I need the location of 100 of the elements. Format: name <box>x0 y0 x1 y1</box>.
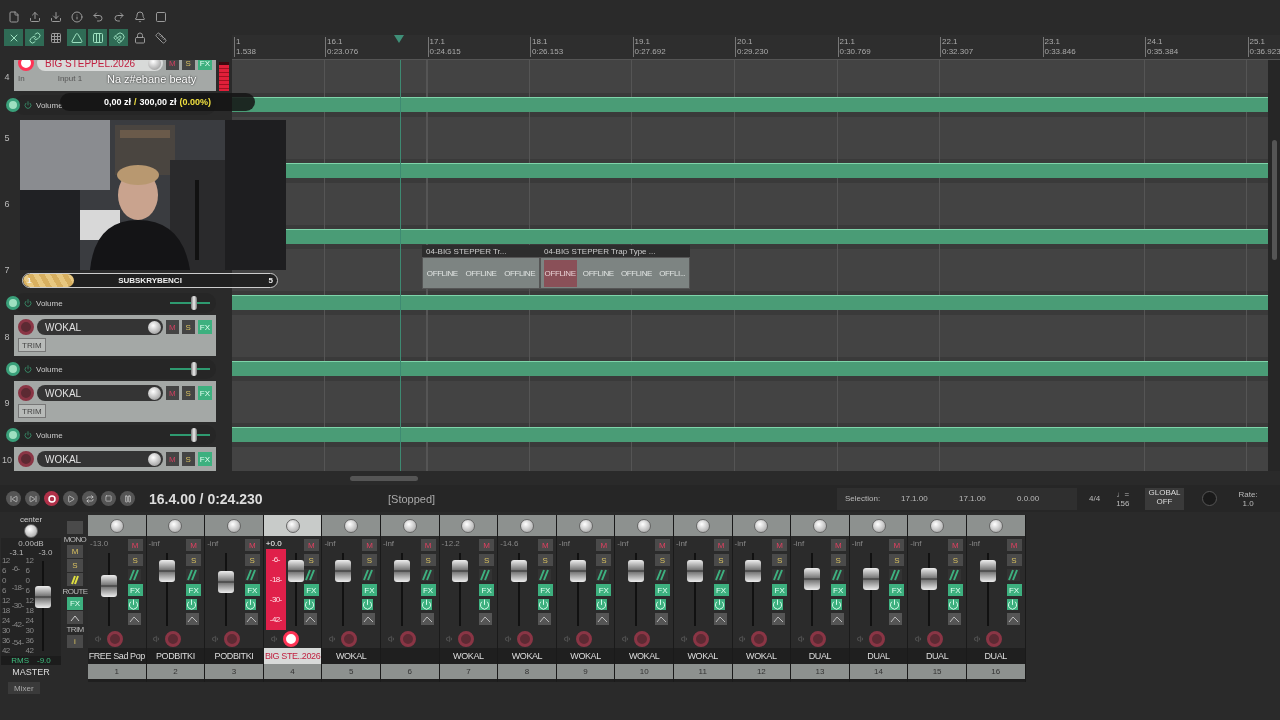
trim-icon[interactable] <box>420 613 434 625</box>
track-name-field[interactable]: BIG STEPPEL.2026 <box>37 60 163 71</box>
toggle-button[interactable] <box>109 29 128 46</box>
volume-knob[interactable] <box>147 452 161 466</box>
envelope-button[interactable] <box>6 428 20 442</box>
trim-icon[interactable] <box>596 613 610 625</box>
fader-handle[interactable] <box>510 560 527 583</box>
solo-button[interactable]: S <box>181 452 195 466</box>
timeline-ruler[interactable]: 1 1.538 16.1 0:23.076 17.1 0:24.615 18.1 0:26.153 19.1 0:27.692 20.1 0:29.230 21.1 0:30.769 22.1 0:32.307 23.1 0:33.846 24.1 0:35.384 25.1 0:36.923 <box>232 35 1280 60</box>
power-icon[interactable] <box>244 599 256 610</box>
solo-button[interactable]: S <box>596 554 612 566</box>
slider-thumb[interactable] <box>191 428 197 442</box>
trim-icon[interactable] <box>830 613 844 625</box>
solo-button[interactable]: S <box>181 386 195 400</box>
fader-handle[interactable] <box>569 560 586 583</box>
trim-icon[interactable] <box>186 613 200 625</box>
route-icon[interactable] <box>186 569 200 581</box>
track-name-field[interactable]: WOKAL <box>37 385 163 401</box>
power-icon[interactable] <box>303 599 315 610</box>
scrollbar-thumb[interactable] <box>350 475 418 481</box>
power-icon[interactable] <box>947 599 959 610</box>
master-button[interactable]: i <box>67 635 83 648</box>
fader-handle[interactable] <box>35 586 52 608</box>
fader-handle[interactable] <box>628 560 645 583</box>
power-icon[interactable] <box>1006 599 1018 610</box>
route-icon[interactable] <box>537 569 551 581</box>
solo-button[interactable]: S <box>772 554 788 566</box>
route-icon[interactable] <box>830 569 844 581</box>
solo-button[interactable]: S <box>186 554 202 566</box>
playhead-marker[interactable] <box>394 35 404 43</box>
route-icon[interactable] <box>127 569 141 581</box>
power-icon[interactable] <box>830 599 842 610</box>
solo-button[interactable]: S <box>420 554 436 566</box>
fader-handle[interactable] <box>921 567 938 590</box>
power-icon[interactable] <box>654 599 666 610</box>
trim-icon[interactable] <box>713 613 727 625</box>
track-lane[interactable] <box>232 60 1268 93</box>
trim-button[interactable]: TRIM <box>18 404 46 418</box>
solo-button[interactable]: S <box>181 60 195 70</box>
track-lane[interactable] <box>232 381 1268 423</box>
track-header[interactable]: WOKAL M S FX <box>14 447 216 471</box>
global-automation-button[interactable]: GLOBAL OFF <box>1145 487 1184 510</box>
fader-handle[interactable] <box>287 560 304 583</box>
stop-button[interactable] <box>101 491 116 506</box>
fader-handle[interactable] <box>803 567 820 590</box>
envelope-button[interactable] <box>6 362 20 376</box>
trim-button[interactable]: TRIM <box>18 338 46 352</box>
slider-thumb[interactable] <box>191 362 197 376</box>
solo-button[interactable]: S <box>889 554 905 566</box>
fader-handle[interactable] <box>159 560 176 583</box>
power-icon[interactable] <box>479 599 491 610</box>
trim-icon[interactable] <box>244 613 258 625</box>
trim-icon[interactable] <box>479 613 493 625</box>
solo-button[interactable]: S <box>127 554 143 566</box>
fader-handle[interactable] <box>979 560 996 583</box>
selection-value[interactable]: 17.1.00 <box>959 494 1011 503</box>
solo-button[interactable]: S <box>1006 554 1022 566</box>
rate-value[interactable]: 1.0 <box>1242 498 1254 508</box>
trim-icon[interactable] <box>654 613 668 625</box>
toggle-button[interactable] <box>88 29 107 46</box>
trim-icon[interactable] <box>1006 613 1020 625</box>
master-button[interactable]: S <box>67 559 83 572</box>
route-icon[interactable] <box>947 569 961 581</box>
power-icon[interactable] <box>420 599 432 610</box>
route-icon[interactable] <box>654 569 668 581</box>
power-icon[interactable] <box>772 599 784 610</box>
media-item[interactable]: 04-BIG STEPPER Trap Type ... OFFLINE OFFLINE OFFLINE OFFLI... <box>540 245 690 289</box>
track-header[interactable]: WOKAL M S FX TRIM <box>14 381 216 423</box>
fader-handle[interactable] <box>100 574 117 597</box>
power-icon[interactable] <box>537 599 549 610</box>
solo-button[interactable]: S <box>713 554 729 566</box>
time-signature[interactable]: 4/4 <box>1089 494 1101 503</box>
solo-button[interactable]: S <box>947 554 963 566</box>
track-name-field[interactable]: WOKAL <box>37 319 163 335</box>
trim-button[interactable] <box>67 611 83 624</box>
trim-icon[interactable] <box>537 613 551 625</box>
solo-button[interactable]: S <box>479 554 495 566</box>
record-arm-button[interactable] <box>282 631 299 647</box>
solo-button[interactable]: S <box>654 554 670 566</box>
power-icon[interactable] <box>713 599 725 610</box>
route-icon[interactable] <box>361 569 375 581</box>
master-button[interactable]: M <box>67 545 83 558</box>
toggle-button[interactable] <box>25 29 44 46</box>
route-icon[interactable] <box>420 569 434 581</box>
route-icon[interactable] <box>479 569 493 581</box>
fader-handle[interactable] <box>452 560 469 583</box>
tempo-value[interactable]: 156 <box>1116 498 1130 508</box>
track-lane[interactable] <box>232 117 1268 159</box>
fader-handle[interactable] <box>862 567 879 590</box>
power-icon[interactable] <box>186 599 198 610</box>
envelope-button[interactable] <box>6 98 20 112</box>
mixer-tab[interactable]: Mixer <box>8 682 40 694</box>
channel-name[interactable]: BIG STE..2026 <box>263 648 322 664</box>
power-icon[interactable] <box>127 599 139 610</box>
fader-handle[interactable] <box>745 560 762 583</box>
power-icon[interactable] <box>361 599 373 610</box>
volume-knob[interactable] <box>147 386 161 400</box>
toggle-button[interactable] <box>4 29 23 46</box>
toggle-button[interactable] <box>67 29 86 46</box>
route-icon[interactable] <box>772 569 786 581</box>
